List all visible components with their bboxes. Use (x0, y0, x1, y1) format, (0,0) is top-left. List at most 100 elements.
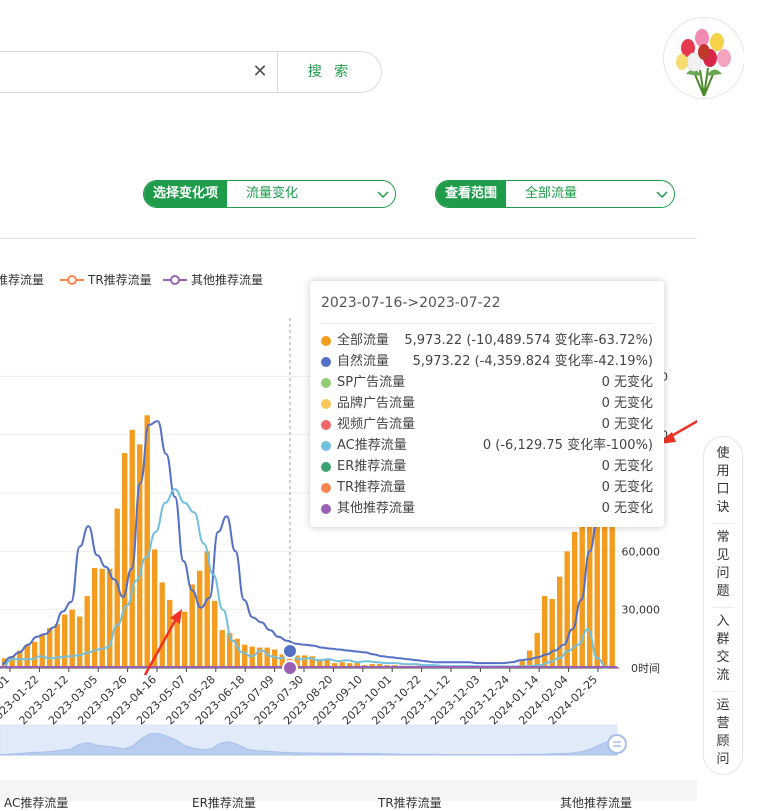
tooltip-row-name: 其他推荐流量 (337, 501, 416, 516)
side-menu-item[interactable]: 入群交流 (704, 613, 742, 685)
tooltip-row: 全部流量 5,973.22 (-10,489.574 变化率-63.72%) (321, 330, 653, 351)
side-menu-char: 入 (716, 614, 730, 629)
total-traffic-bar (264, 647, 270, 668)
total-traffic-bar (62, 614, 68, 668)
legend-label: 推荐流量 (0, 273, 44, 287)
legend-label: 其他推荐流量 (191, 273, 263, 287)
side-menu-item[interactable]: 运营顾问 (704, 697, 742, 769)
total-traffic-bar (122, 453, 128, 668)
series-dot-icon (321, 398, 331, 409)
change-select-value: 流量变化 (246, 186, 299, 201)
tooltip-row: TR推荐流量 0 无变化 (321, 477, 653, 498)
bottom-label-other: 其他推荐流量 (560, 796, 633, 810)
side-menu-char: 群 (716, 632, 730, 647)
tooltip-row-name: ER推荐流量 (337, 459, 407, 474)
total-traffic-bar (219, 630, 225, 668)
search-button[interactable]: 搜 索 (278, 52, 382, 92)
side-menu-char: 问 (716, 752, 730, 767)
total-traffic-bar (549, 599, 555, 668)
tooltip-row-name: SP广告流量 (337, 375, 406, 390)
side-menu-char: 营 (716, 716, 730, 731)
close-icon[interactable]: ✕ (250, 62, 270, 82)
total-traffic-bar (204, 551, 210, 668)
tooltip-row: SP广告流量 0 无变化 (321, 372, 653, 393)
tooltip-row: 视频广告流量 0 无变化 (321, 414, 653, 435)
y-tick-label: 30,000 (622, 604, 661, 617)
total-traffic-bar (99, 568, 105, 668)
total-traffic-bar (107, 568, 113, 668)
legend-label: TR推荐流量 (87, 273, 152, 287)
y-tick-label: 60,000 (622, 545, 661, 558)
series-dot-icon (321, 419, 331, 430)
tooltip-row-value: 0 无变化 (601, 417, 653, 432)
tooltip-row-name: AC推荐流量 (337, 438, 407, 453)
total-traffic-bar (159, 582, 165, 668)
tooltip-row-value: 0 无变化 (601, 396, 653, 411)
bottom-label-ac: AC推荐流量 (4, 796, 69, 810)
scope-select[interactable]: 查看范围 全部流量 (435, 180, 675, 208)
total-traffic-bar (557, 576, 563, 668)
tooltip-row-value: 0 无变化 (601, 501, 653, 516)
total-traffic-bar (69, 609, 75, 668)
side-menu-char: 流 (716, 668, 730, 683)
side-menu-char: 顾 (716, 734, 730, 749)
total-traffic-bar (77, 616, 83, 668)
tooltip-row: 品牌广告流量 0 无变化 (321, 393, 653, 414)
page-scrollbar[interactable] (744, 0, 758, 801)
total-traffic-bar (84, 596, 90, 668)
chart-legend[interactable]: 推荐流量 TR推荐流量 其他推荐流量 (0, 273, 263, 287)
hover-marker-natural (282, 643, 298, 659)
data-zoom-slider[interactable] (0, 724, 627, 756)
zoom-handle (607, 734, 627, 754)
total-traffic-bar (54, 624, 60, 669)
tooltip-row-name: 自然流量 (337, 354, 390, 369)
scope-select-value: 全部流量 (525, 186, 578, 201)
series-dot-icon (321, 440, 331, 451)
total-traffic-bar (182, 611, 188, 668)
y-tick-label: 0时间 (631, 662, 660, 675)
total-traffic-bar (212, 600, 218, 668)
side-menu-separator (712, 523, 734, 524)
total-traffic-bar (272, 649, 278, 668)
bottom-label-er: ER推荐流量 (192, 796, 256, 810)
tooltip-row-value: 0 (-6,129.75 变化率-100%) (482, 438, 653, 453)
total-traffic-bar (197, 570, 203, 668)
series-dot-icon (321, 356, 331, 367)
series-dot-icon (321, 482, 331, 493)
series-dot-icon (321, 461, 331, 472)
side-menu-char: 使 (716, 446, 730, 461)
x-axis: 012023-01-222023-02-122023-03-052023-03-… (0, 668, 600, 727)
x-tick-label: 01 (0, 673, 12, 692)
bottom-label-tr: TR推荐流量 (378, 796, 442, 810)
tooltip-title: 2023-07-16->2023-07-22 (321, 295, 501, 311)
side-menu-char: 见 (716, 548, 730, 563)
legend-marker (170, 275, 180, 285)
tooltip-row-name: 品牌广告流量 (337, 396, 416, 411)
total-traffic-bar (542, 596, 548, 668)
total-traffic-bar (92, 567, 98, 668)
total-traffic-bar (152, 549, 158, 668)
flower-bouquet-icon (676, 29, 731, 97)
side-float-menu[interactable]: 使用口诀常见问题入群交流运营顾问 (703, 436, 743, 775)
total-traffic-bar (39, 634, 45, 668)
side-menu-char: 用 (716, 464, 730, 479)
change-select[interactable]: 选择变化项 流量变化 (143, 180, 396, 208)
total-traffic-bar (174, 620, 180, 668)
total-traffic-bar (249, 646, 255, 668)
side-menu-item[interactable]: 常见问题 (704, 529, 742, 601)
side-menu-char: 常 (716, 530, 730, 545)
side-menu-char: 诀 (716, 500, 730, 515)
side-menu-char: 口 (716, 482, 730, 497)
series-dot-icon (321, 503, 331, 514)
tooltip-row: AC推荐流量 0 (-6,129.75 变化率-100%) (321, 435, 653, 456)
total-traffic-bar (189, 584, 195, 668)
avatar[interactable] (663, 17, 745, 99)
series-dot-icon (321, 377, 331, 388)
side-menu-separator (712, 607, 734, 608)
tooltip-row-name: 视频广告流量 (337, 417, 416, 432)
tooltip-row-value: 5,973.22 (-4,359.824 变化率-42.19%) (412, 354, 653, 369)
chevron-down-icon (377, 191, 389, 199)
chart-tooltip: 2023-07-16->2023-07-22 全部流量 5,973.22 (-10… (310, 281, 664, 527)
side-menu-item[interactable]: 使用口诀 (704, 445, 742, 517)
tooltip-row-value: 5,973.22 (-10,489.574 变化率-63.72%) (404, 333, 653, 348)
